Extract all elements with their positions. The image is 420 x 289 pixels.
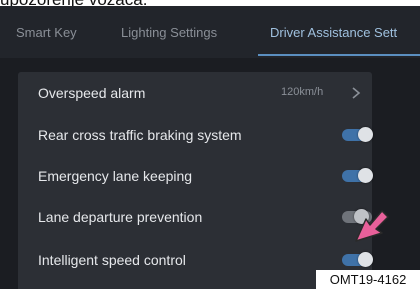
setting-label: Lane departure prevention <box>38 209 203 225</box>
setting-label: Intelligent speed control <box>38 252 186 268</box>
setting-row-emergency-lane-keeping[interactable]: Emergency lane keeping <box>18 156 373 196</box>
tab-driver-assistance[interactable]: Driver Assistance Sett <box>270 25 397 40</box>
setting-label: Emergency lane keeping <box>38 168 193 184</box>
toggle-knob <box>358 168 373 183</box>
rear-cross-traffic-toggle[interactable] <box>342 127 373 142</box>
setting-label: Rear cross traffic braking system <box>38 127 242 143</box>
setting-row-lane-departure[interactable]: Lane departure prevention <box>18 197 372 237</box>
setting-row-overspeed-alarm[interactable]: Overspeed alarm 120km/h <box>18 73 361 113</box>
emergency-lane-keeping-toggle[interactable] <box>342 168 373 183</box>
tab-bar: Smart Key Lighting Settings Driver Assis… <box>0 6 420 58</box>
toggle-knob <box>358 127 373 142</box>
tab-smart-key[interactable]: Smart Key <box>16 25 77 40</box>
setting-label: Overspeed alarm <box>38 85 146 101</box>
chevron-right-icon <box>352 87 361 99</box>
setting-row-rear-cross-traffic[interactable]: Rear cross traffic braking system <box>18 115 373 155</box>
active-tab-indicator <box>258 54 420 56</box>
pointer-arrow-icon <box>355 210 389 242</box>
intelligent-speed-toggle[interactable] <box>342 252 373 267</box>
tab-lighting-settings[interactable]: Lighting Settings <box>121 25 217 40</box>
toggle-knob <box>358 252 373 267</box>
figure-code-label: OMT19-4162 <box>316 270 420 289</box>
overspeed-value: 120km/h <box>281 86 324 98</box>
setting-row-intelligent-speed[interactable]: Intelligent speed control <box>18 240 373 280</box>
